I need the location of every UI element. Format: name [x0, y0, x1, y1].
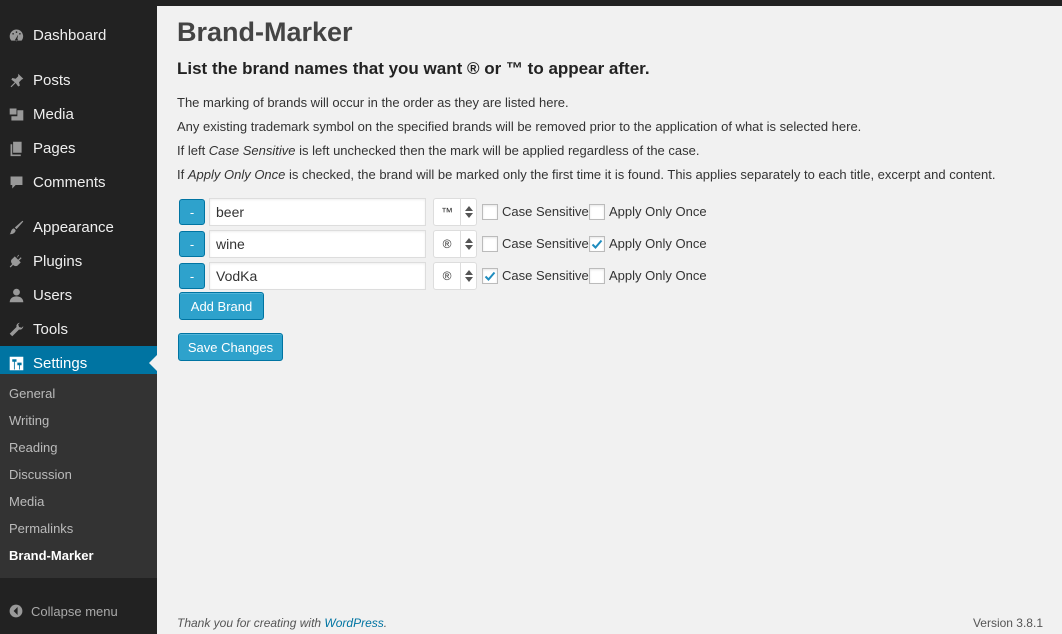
submenu-item-writing[interactable]: Writing — [9, 413, 49, 428]
menu-label: Media — [33, 105, 74, 123]
submenu-item-general[interactable]: General — [9, 386, 55, 401]
submenu-item-brand-marker[interactable]: Brand-Marker — [9, 548, 94, 563]
dashboard-icon — [0, 27, 33, 44]
menu-label: Dashboard — [33, 26, 107, 44]
menu-item-plugins[interactable]: Plugins — [0, 244, 157, 278]
menu-item-users[interactable]: Users — [0, 278, 157, 312]
mark-select-value: ™ — [441, 205, 453, 219]
description-line-4: If Apply Only Once is checked, the brand… — [177, 167, 996, 182]
checkmark-icon — [484, 271, 496, 281]
footer-thanks: Thank you for creating with WordPress. — [177, 616, 388, 630]
collapse-menu-button[interactable]: Collapse menu — [0, 595, 157, 627]
select-arrows-icon — [460, 231, 476, 257]
menu-label: Tools — [33, 320, 69, 338]
case-sensitive-label[interactable]: Case Sensitive — [502, 236, 589, 251]
menu-label: Plugins — [33, 252, 83, 270]
menu-item-dashboard[interactable]: Dashboard — [0, 18, 157, 52]
comment-icon — [0, 174, 33, 191]
mark-select[interactable]: ® — [433, 230, 477, 258]
remove-brand-button[interactable]: - — [179, 263, 205, 289]
collapse-menu-label: Collapse menu — [31, 603, 118, 619]
mark-select[interactable]: ™ — [433, 198, 477, 226]
menu-item-posts[interactable]: Posts — [0, 63, 157, 97]
mark-select-value: ® — [442, 269, 452, 283]
page-subtitle: List the brand names that you want ® or … — [177, 59, 650, 78]
description-line-3: If left Case Sensitive is left unchecked… — [177, 143, 700, 158]
menu-label: Pages — [33, 139, 76, 157]
submenu-item-media[interactable]: Media — [9, 494, 44, 509]
select-arrows-icon — [460, 199, 476, 225]
apply-once-checkbox[interactable] — [589, 204, 605, 220]
menu-item-pages[interactable]: Pages — [0, 131, 157, 165]
wordpress-link[interactable]: WordPress — [324, 616, 383, 630]
page-title: Brand-Marker — [177, 17, 353, 47]
case-sensitive-checkbox[interactable] — [482, 236, 498, 252]
menu-label: Appearance — [33, 218, 114, 236]
description-line-1: The marking of brands will occur in the … — [177, 95, 569, 110]
admin-top-bar — [0, 0, 1062, 6]
submenu-item-discussion[interactable]: Discussion — [9, 467, 72, 482]
collapse-arrow-icon — [0, 603, 31, 619]
case-sensitive-checkbox[interactable] — [482, 268, 498, 284]
mark-select[interactable]: ® — [433, 262, 477, 290]
submenu-item-permalinks[interactable]: Permalinks — [9, 521, 73, 536]
save-changes-button[interactable]: Save Changes — [178, 333, 283, 361]
menu-label: Users — [33, 286, 73, 304]
wrench-icon — [0, 321, 33, 338]
apply-once-label[interactable]: Apply Only Once — [609, 268, 707, 283]
pin-icon — [0, 72, 33, 89]
footer-version: Version 3.8.1 — [972, 616, 1043, 630]
pages-icon — [0, 140, 33, 157]
case-sensitive-label[interactable]: Case Sensitive — [502, 204, 589, 219]
case-sensitive-checkbox[interactable] — [482, 204, 498, 220]
plug-icon — [0, 253, 33, 270]
brand-name-input[interactable] — [209, 198, 426, 226]
description-line-2: Any existing trademark symbol on the spe… — [177, 119, 862, 134]
settings-icon — [0, 355, 33, 372]
brush-icon — [0, 219, 33, 236]
menu-label: Posts — [33, 71, 71, 89]
brand-name-input[interactable] — [209, 230, 426, 258]
case-sensitive-label[interactable]: Case Sensitive — [502, 268, 589, 283]
apply-once-label[interactable]: Apply Only Once — [609, 204, 707, 219]
settings-submenu: General Writing Reading Discussion Media… — [0, 374, 157, 578]
menu-item-media[interactable]: Media — [0, 97, 157, 131]
user-icon — [0, 287, 33, 304]
remove-brand-button[interactable]: - — [179, 199, 205, 225]
submenu-item-reading[interactable]: Reading — [9, 440, 57, 455]
remove-brand-button[interactable]: - — [179, 231, 205, 257]
add-brand-button[interactable]: Add Brand — [179, 292, 264, 320]
menu-item-tools[interactable]: Tools — [0, 312, 157, 346]
select-arrows-icon — [460, 263, 476, 289]
apply-once-checkbox[interactable] — [589, 268, 605, 284]
media-icon — [0, 106, 33, 123]
brand-name-input[interactable] — [209, 262, 426, 290]
menu-item-comments[interactable]: Comments — [0, 165, 157, 199]
menu-item-appearance[interactable]: Appearance — [0, 210, 157, 244]
apply-once-label[interactable]: Apply Only Once — [609, 236, 707, 251]
checkmark-icon — [591, 239, 603, 249]
apply-once-checkbox[interactable] — [589, 236, 605, 252]
mark-select-value: ® — [442, 237, 452, 251]
menu-label: Settings — [33, 354, 88, 372]
menu-label: Comments — [33, 173, 106, 191]
